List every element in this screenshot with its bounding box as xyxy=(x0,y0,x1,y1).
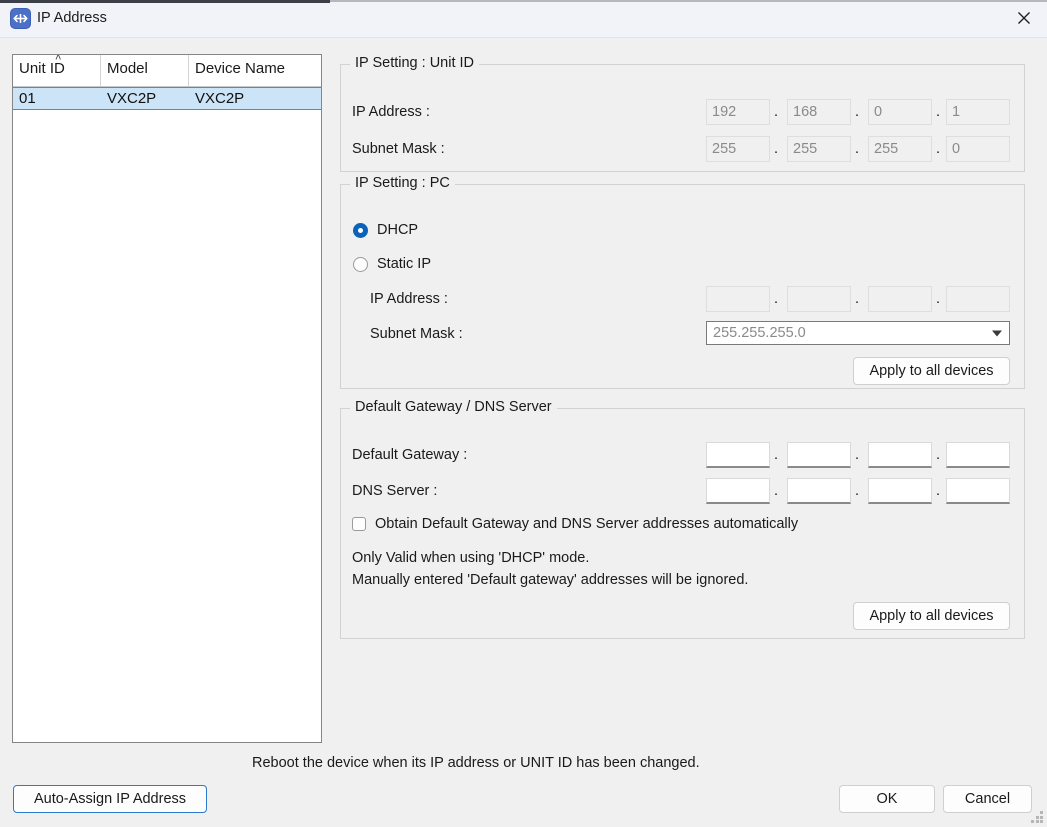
close-icon[interactable] xyxy=(1000,0,1047,36)
unit-id-ip-octet-1 xyxy=(706,99,770,125)
octet-separator: . xyxy=(853,141,861,157)
device-list-row[interactable]: 01 VXC2P VXC2P xyxy=(13,87,321,110)
dns-octet-3[interactable] xyxy=(868,478,932,504)
octet-separator: . xyxy=(853,483,861,499)
radio-dhcp-label: DHCP xyxy=(377,222,418,238)
pc-ip-octet-3 xyxy=(868,286,932,312)
octet-separator: . xyxy=(934,104,942,120)
reboot-note: Reboot the device when its IP address or… xyxy=(252,755,700,771)
octet-separator: . xyxy=(772,483,780,499)
dns-server-label: DNS Server : xyxy=(352,483,437,499)
unit-id-ip-octet-2 xyxy=(787,99,851,125)
cell-model: VXC2P xyxy=(101,90,189,107)
dhcp-note-line-1: Only Valid when using 'DHCP' mode. xyxy=(352,550,589,566)
pc-ip-octet-1 xyxy=(706,286,770,312)
auto-assign-ip-address-button[interactable]: Auto-Assign IP Address xyxy=(13,785,207,813)
radio-static-ip-indicator xyxy=(353,257,368,272)
gateway-apply-to-all-devices-button[interactable]: Apply to all devices xyxy=(853,602,1010,630)
gateway-octet-3[interactable] xyxy=(868,442,932,468)
title-accent-strip-light xyxy=(330,0,1047,2)
pc-ip-octet-2 xyxy=(787,286,851,312)
octet-separator: . xyxy=(772,141,780,157)
device-list[interactable]: ˄ Unit ID Model Device Name 01 VXC2P VXC… xyxy=(12,54,322,743)
octet-separator: . xyxy=(934,291,942,307)
pc-apply-to-all-devices-button[interactable]: Apply to all devices xyxy=(853,357,1010,385)
window-title: IP Address xyxy=(37,10,107,26)
cell-device-name: VXC2P xyxy=(189,90,321,107)
column-header-unit-id[interactable]: ˄ Unit ID xyxy=(13,55,101,86)
column-header-device-name[interactable]: Device Name xyxy=(189,55,321,86)
default-gateway-label: Default Gateway : xyxy=(352,447,467,463)
sort-ascending-icon: ˄ xyxy=(55,54,61,63)
unit-id-mask-octet-1 xyxy=(706,136,770,162)
gateway-octet-4[interactable] xyxy=(946,442,1010,468)
pc-subnet-mask-value: 255.255.255.0 xyxy=(707,325,985,341)
column-header-label: Device Name xyxy=(195,60,285,77)
checkbox-label: Obtain Default Gateway and DNS Server ad… xyxy=(375,516,798,532)
checkbox-indicator xyxy=(352,517,366,531)
unit-id-ip-octet-3 xyxy=(868,99,932,125)
cell-unit-id: 01 xyxy=(13,90,101,107)
octet-separator: . xyxy=(853,104,861,120)
octet-separator: . xyxy=(772,104,780,120)
radio-static-ip[interactable]: Static IP xyxy=(353,256,431,272)
radio-static-ip-label: Static IP xyxy=(377,256,431,272)
unit-id-mask-octet-4 xyxy=(946,136,1010,162)
column-header-label: Model xyxy=(107,60,148,77)
chevron-down-icon xyxy=(985,329,1009,338)
ip-address-dialog: IP Address ˄ Unit ID Model Device Name 0… xyxy=(0,0,1047,827)
title-bar: IP Address xyxy=(0,0,1047,38)
octet-separator: . xyxy=(934,141,942,157)
unit-id-ip-octet-4 xyxy=(946,99,1010,125)
gateway-dns-group-legend: Default Gateway / DNS Server xyxy=(350,399,557,415)
unit-id-subnet-mask-label: Subnet Mask : xyxy=(352,141,445,157)
dns-octet-2[interactable] xyxy=(787,478,851,504)
gateway-octet-1[interactable] xyxy=(706,442,770,468)
octet-separator: . xyxy=(772,291,780,307)
octet-separator: . xyxy=(934,447,942,463)
octet-separator: . xyxy=(853,291,861,307)
dns-octet-4[interactable] xyxy=(946,478,1010,504)
octet-separator: . xyxy=(853,447,861,463)
unit-id-mask-octet-3 xyxy=(868,136,932,162)
obtain-automatically-checkbox[interactable]: Obtain Default Gateway and DNS Server ad… xyxy=(352,516,798,532)
unit-id-mask-octet-2 xyxy=(787,136,851,162)
cancel-button[interactable]: Cancel xyxy=(943,785,1032,813)
pc-ip-octet-4 xyxy=(946,286,1010,312)
dns-octet-1[interactable] xyxy=(706,478,770,504)
title-accent-strip-dark xyxy=(0,0,330,3)
radio-dhcp[interactable]: DHCP xyxy=(353,222,418,238)
device-list-header: ˄ Unit ID Model Device Name xyxy=(13,55,321,87)
unit-id-group-legend: IP Setting : Unit ID xyxy=(350,55,479,71)
radio-dhcp-indicator xyxy=(353,223,368,238)
unit-id-ip-address-label: IP Address : xyxy=(352,104,430,120)
octet-separator: . xyxy=(772,447,780,463)
ok-button[interactable]: OK xyxy=(839,785,935,813)
dhcp-note-line-2: Manually entered 'Default gateway' addre… xyxy=(352,572,748,588)
octet-separator: . xyxy=(934,483,942,499)
pc-group-legend: IP Setting : PC xyxy=(350,175,455,191)
pc-subnet-mask-dropdown[interactable]: 255.255.255.0 xyxy=(706,321,1010,345)
pc-subnet-mask-label: Subnet Mask : xyxy=(370,326,463,342)
network-adapter-icon xyxy=(11,9,30,28)
column-header-model[interactable]: Model xyxy=(101,55,189,86)
resize-grip[interactable] xyxy=(1031,811,1044,824)
gateway-octet-2[interactable] xyxy=(787,442,851,468)
pc-ip-address-label: IP Address : xyxy=(370,291,448,307)
